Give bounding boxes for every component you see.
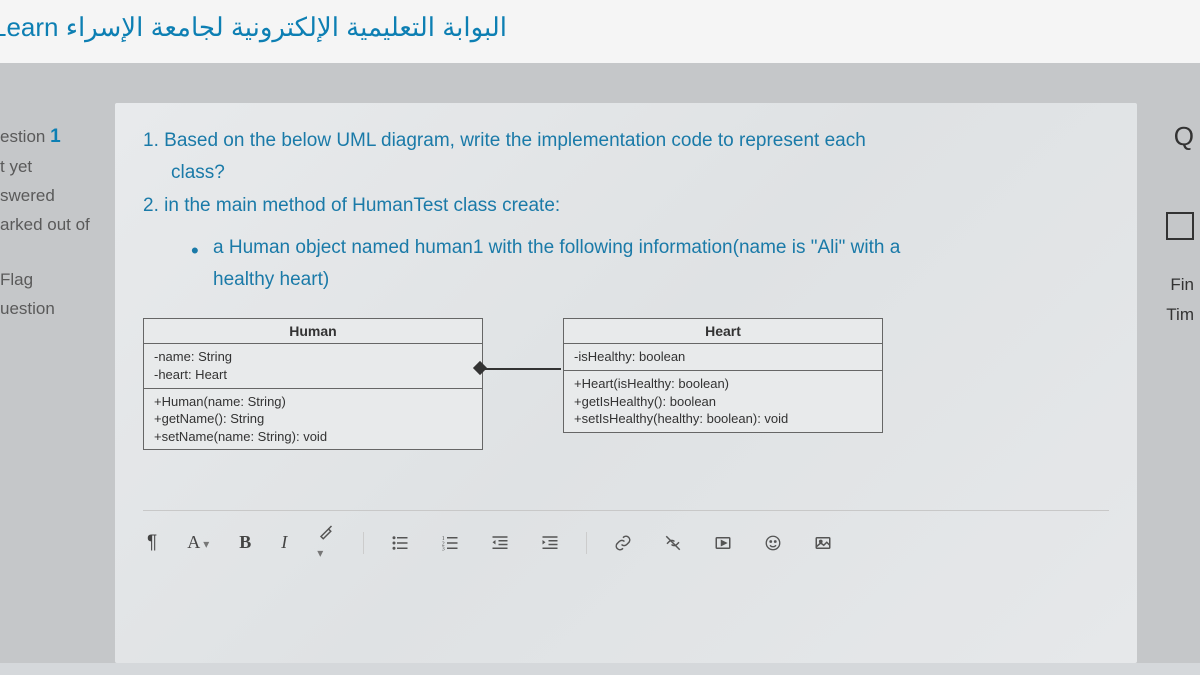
status-answered: swered xyxy=(0,182,107,211)
brush-icon xyxy=(317,523,337,541)
question-number: estion 1 xyxy=(0,121,107,153)
toolbar-separator xyxy=(363,532,364,554)
time-label: Tim xyxy=(1151,305,1194,325)
italic-button[interactable]: I xyxy=(277,530,291,555)
quiz-nav-label: Q xyxy=(1151,121,1194,152)
uml-human-operations: +Human(name: String) +getName(): String … xyxy=(144,389,482,450)
list-ul-icon xyxy=(390,534,410,552)
uml-composition-connector xyxy=(485,368,561,370)
ul-button[interactable] xyxy=(386,532,414,554)
status-not-yet: t yet xyxy=(0,153,107,182)
link-icon xyxy=(613,534,633,552)
question-box-icon[interactable] xyxy=(1166,212,1194,240)
uml-class-human: Human -name: String -heart: Heart +Human… xyxy=(143,318,483,450)
uml-class-heart: Heart -isHealthy: boolean +Heart(isHealt… xyxy=(563,318,883,432)
uml-human-attributes: -name: String -heart: Heart xyxy=(144,344,482,388)
site-title: البوابة التعليمية الإلكترونية لجامعة الإ… xyxy=(0,12,1200,43)
brush-button[interactable] xyxy=(313,521,341,564)
indent-button[interactable] xyxy=(536,532,564,554)
media-icon xyxy=(713,534,733,552)
question-text: 1. Based on the below UML diagram, write… xyxy=(143,125,1109,296)
image-icon xyxy=(813,534,833,552)
header-bar: البوابة التعليمية الإلكترونية لجامعة الإ… xyxy=(0,0,1200,63)
image-button[interactable] xyxy=(809,532,837,554)
uml-heart-attributes: -isHealthy: boolean xyxy=(564,344,882,371)
media-button[interactable] xyxy=(709,532,737,554)
svg-text:3: 3 xyxy=(442,546,445,552)
main-area: estion 1 t yet swered arked out of Flag … xyxy=(0,63,1200,663)
question-content-panel: 1. Based on the below UML diagram, write… xyxy=(115,103,1137,663)
font-color-button[interactable]: A xyxy=(183,530,213,555)
emoji-icon xyxy=(763,534,783,552)
finish-label[interactable]: Fin xyxy=(1151,275,1194,295)
indent-icon xyxy=(540,534,560,552)
uml-diagram: Human -name: String -heart: Heart +Human… xyxy=(143,318,1109,450)
ol-button[interactable]: 123 xyxy=(436,532,464,554)
flag-link[interactable]: Flag xyxy=(0,266,107,295)
status-marked: arked out of xyxy=(0,211,107,240)
unlink-icon xyxy=(663,534,683,552)
uml-heart-operations: +Heart(isHealthy: boolean) +getIsHealthy… xyxy=(564,371,882,432)
flag-question-link[interactable]: uestion xyxy=(0,295,107,324)
outdent-icon xyxy=(490,534,510,552)
link-button[interactable] xyxy=(609,532,637,554)
unlink-button[interactable] xyxy=(659,532,687,554)
list-ol-icon: 123 xyxy=(440,534,460,552)
outdent-button[interactable] xyxy=(486,532,514,554)
right-info-column: Q Fin Tim xyxy=(1145,103,1200,663)
editor-toolbar: ¶ A B I 123 xyxy=(143,510,1109,564)
toolbar-separator xyxy=(586,532,587,554)
emoji-button[interactable] xyxy=(759,532,787,554)
question-nav-sidebar: estion 1 t yet swered arked out of Flag … xyxy=(0,103,115,663)
bold-button[interactable]: B xyxy=(235,530,255,555)
paragraph-button[interactable]: ¶ xyxy=(143,530,161,556)
